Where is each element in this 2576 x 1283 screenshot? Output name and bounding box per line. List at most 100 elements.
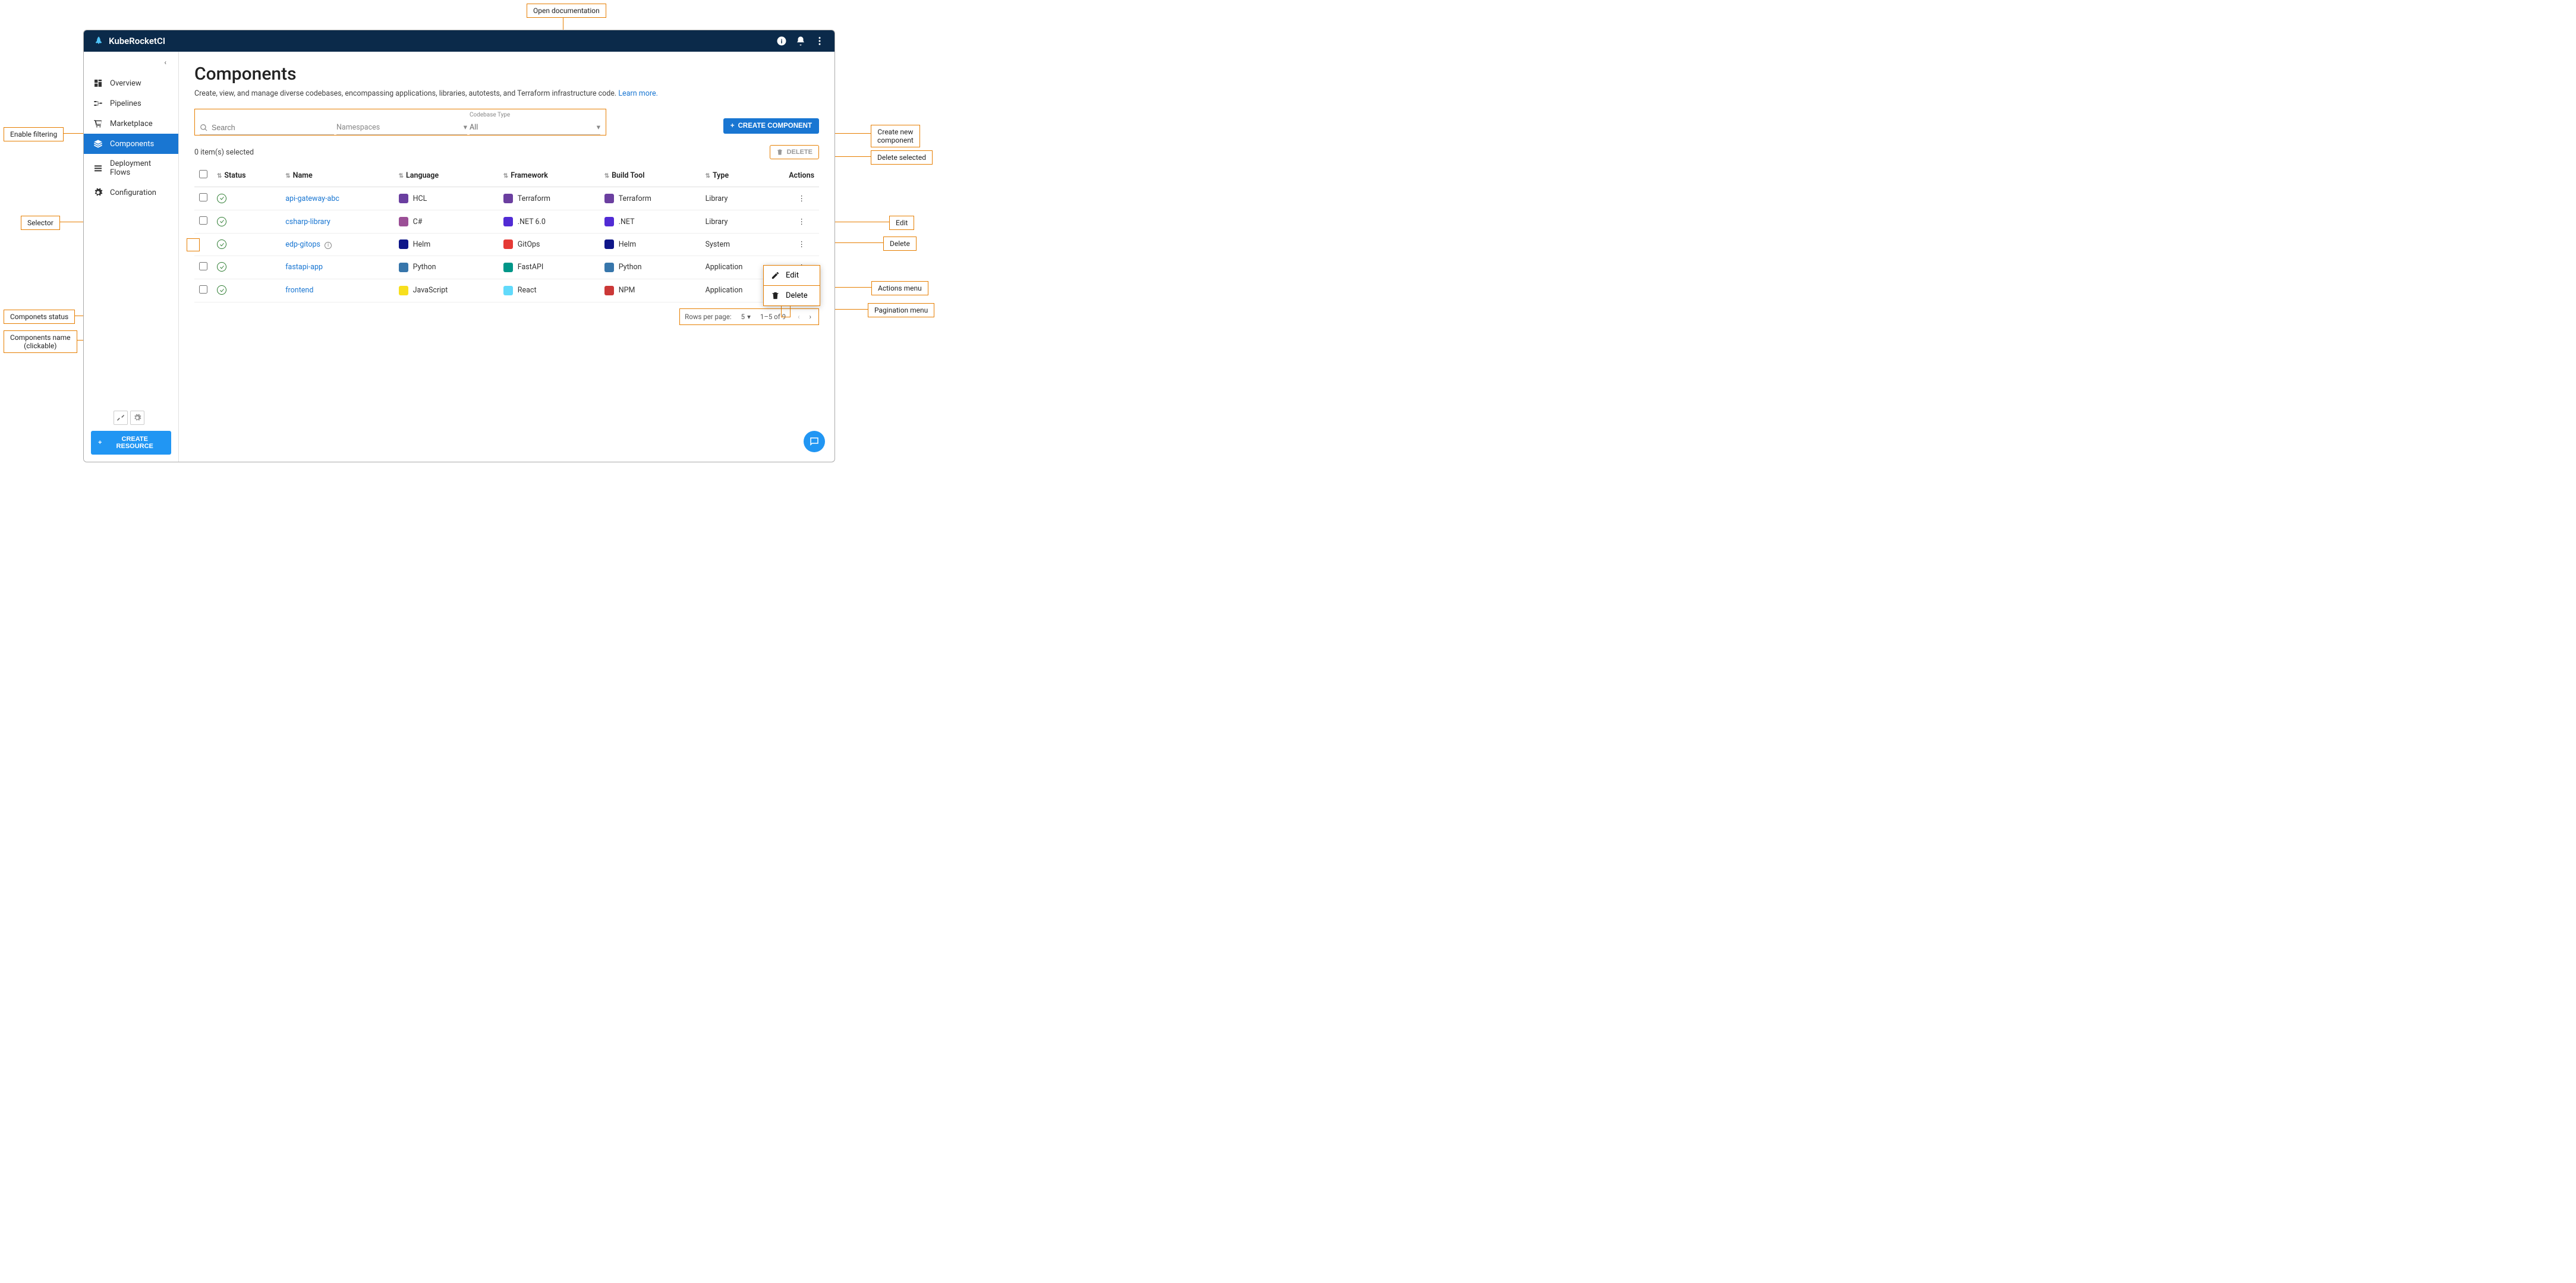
create-resource-label: CREATE RESOURCE [105,436,164,450]
buildtool-text: Terraform [619,194,651,203]
language-icon [399,194,408,203]
pipelines-icon [93,99,103,108]
search-icon [200,124,208,132]
subtitle-text: Create, view, and manage diverse codebas… [194,89,616,98]
more-vert-icon[interactable] [814,36,825,46]
component-name-link[interactable]: frontend [285,286,313,295]
status-ok-icon [217,217,226,226]
chat-icon [809,436,820,447]
sidebar-item-configuration[interactable]: Configuration [84,182,178,203]
create-resource-button[interactable]: + CREATE RESOURCE [91,431,171,455]
col-actions: Actions [784,164,819,187]
bell-icon[interactable] [795,36,806,46]
create-component-button[interactable]: + CREATE COMPONENT [723,118,819,134]
sidebar-item-components[interactable]: Components [84,134,178,154]
trash-icon [776,149,783,156]
learn-more-link[interactable]: Learn more. [618,89,658,98]
sidebar-item-label: Pipelines [110,99,141,108]
language-icon [399,263,408,272]
type-text: Library [701,187,785,210]
main-content: Components Create, view, and manage dive… [179,52,834,462]
plus-icon: + [730,122,735,130]
delete-button[interactable]: DELETE [770,145,819,159]
callout-delete-selected: Delete selected [871,150,933,165]
language-icon [399,239,408,249]
status-ok-icon [217,239,226,249]
component-name-link[interactable]: csharp-library [285,217,330,226]
create-component-label: CREATE COMPONENT [738,122,812,130]
table-row: frontendJavaScriptReactNPMApplication⋮ [194,279,819,302]
cm-delete-label: Delete [786,291,808,300]
sidebar-item-overview[interactable]: Overview [84,73,178,93]
buildtool-text: Python [619,263,642,272]
callout-actions-menu: Actions menu [871,281,928,295]
table-row: api-gateway-abcHCLTerraformTerraformLibr… [194,187,819,210]
cart-icon [93,119,103,128]
row-checkbox[interactable] [199,262,207,270]
sidebar-item-label: Overview [110,79,141,88]
chevron-down-icon: ▾ [464,122,467,132]
pagination-range: 1–5 of 9 [760,313,786,321]
component-name-link[interactable]: api-gateway-abc [285,194,339,203]
row-checkbox[interactable] [199,285,207,294]
sidebar-collapse-button[interactable]: ‹ [84,52,178,73]
info-icon[interactable]: i [776,36,787,46]
row-actions-button[interactable]: ⋮ [784,187,819,210]
sidebar-item-deployment-flows[interactable]: Deployment Flows [84,154,178,182]
sidebar-item-marketplace[interactable]: Marketplace [84,114,178,134]
pagination-next[interactable]: › [807,311,814,322]
buildtool-icon [604,263,614,272]
type-text: Library [701,210,785,234]
table-row: fastapi-appPythonFastAPIPythonApplicatio… [194,256,819,279]
context-menu-delete[interactable]: Delete [763,285,820,306]
filter-bar: Namespaces ▾ Codebase Type All ▾ [194,109,606,135]
chat-fab[interactable] [804,431,825,452]
expand-icon[interactable] [114,411,128,425]
row-context-menu: Edit Delete [763,265,820,306]
callout-edit: Edit [889,216,914,230]
page-title: Components [194,64,819,84]
search-field[interactable] [200,124,334,135]
pagination-prev[interactable]: ‹ [795,311,802,322]
sidebar-item-label: Configuration [110,188,156,197]
rows-per-page-select[interactable]: 5 ▾ [741,313,751,321]
framework-icon [503,239,513,249]
language-icon [399,217,408,226]
buildtool-icon [604,217,614,226]
component-name-link[interactable]: edp-gitops [285,240,320,249]
callout-selector: Selector [21,216,60,230]
sidebar-item-pipelines[interactable]: Pipelines [84,93,178,114]
framework-text: GitOps [518,240,540,249]
row-actions-button[interactable]: ⋮ [784,210,819,234]
type-text: System [701,234,785,256]
col-language[interactable]: ⇅Language [394,164,499,187]
language-text: Python [413,263,436,272]
sidebar-item-label: Components [110,140,154,149]
buildtool-icon [604,194,614,203]
pagination: Rows per page: 5 ▾ 1–5 of 9 ‹ › [679,308,819,325]
search-input[interactable] [212,124,334,132]
sidebar: ‹ Overview Pipelines Marketplace Components… [84,52,179,462]
col-name[interactable]: ⇅Name [281,164,393,187]
row-checkbox[interactable] [199,216,207,225]
framework-icon [503,217,513,226]
col-buildtool[interactable]: ⇅Build Tool [600,164,701,187]
select-all-checkbox[interactable] [199,170,207,178]
framework-icon [503,194,513,203]
row-checkbox[interactable] [199,193,207,201]
settings-gear-icon[interactable] [130,411,144,425]
row-actions-button[interactable]: ⋮ [784,234,819,256]
namespaces-select[interactable]: Namespaces ▾ [336,120,467,135]
col-type[interactable]: ⇅Type [701,164,785,187]
rows-per-page-label: Rows per page: [685,313,731,321]
table-row: edp-gitops iHelmGitOpsHelmSystem⋮ [194,234,819,256]
component-name-link[interactable]: fastapi-app [285,263,323,272]
col-status[interactable]: ⇅Status [212,164,281,187]
trash-icon [771,291,780,300]
rocket-icon [93,36,104,46]
codebase-type-select[interactable]: All ▾ [470,120,600,135]
context-menu-edit[interactable]: Edit [763,265,820,285]
info-icon[interactable]: i [325,242,332,249]
callout-open-doc: Open documentation [527,4,606,18]
col-framework[interactable]: ⇅Framework [499,164,600,187]
